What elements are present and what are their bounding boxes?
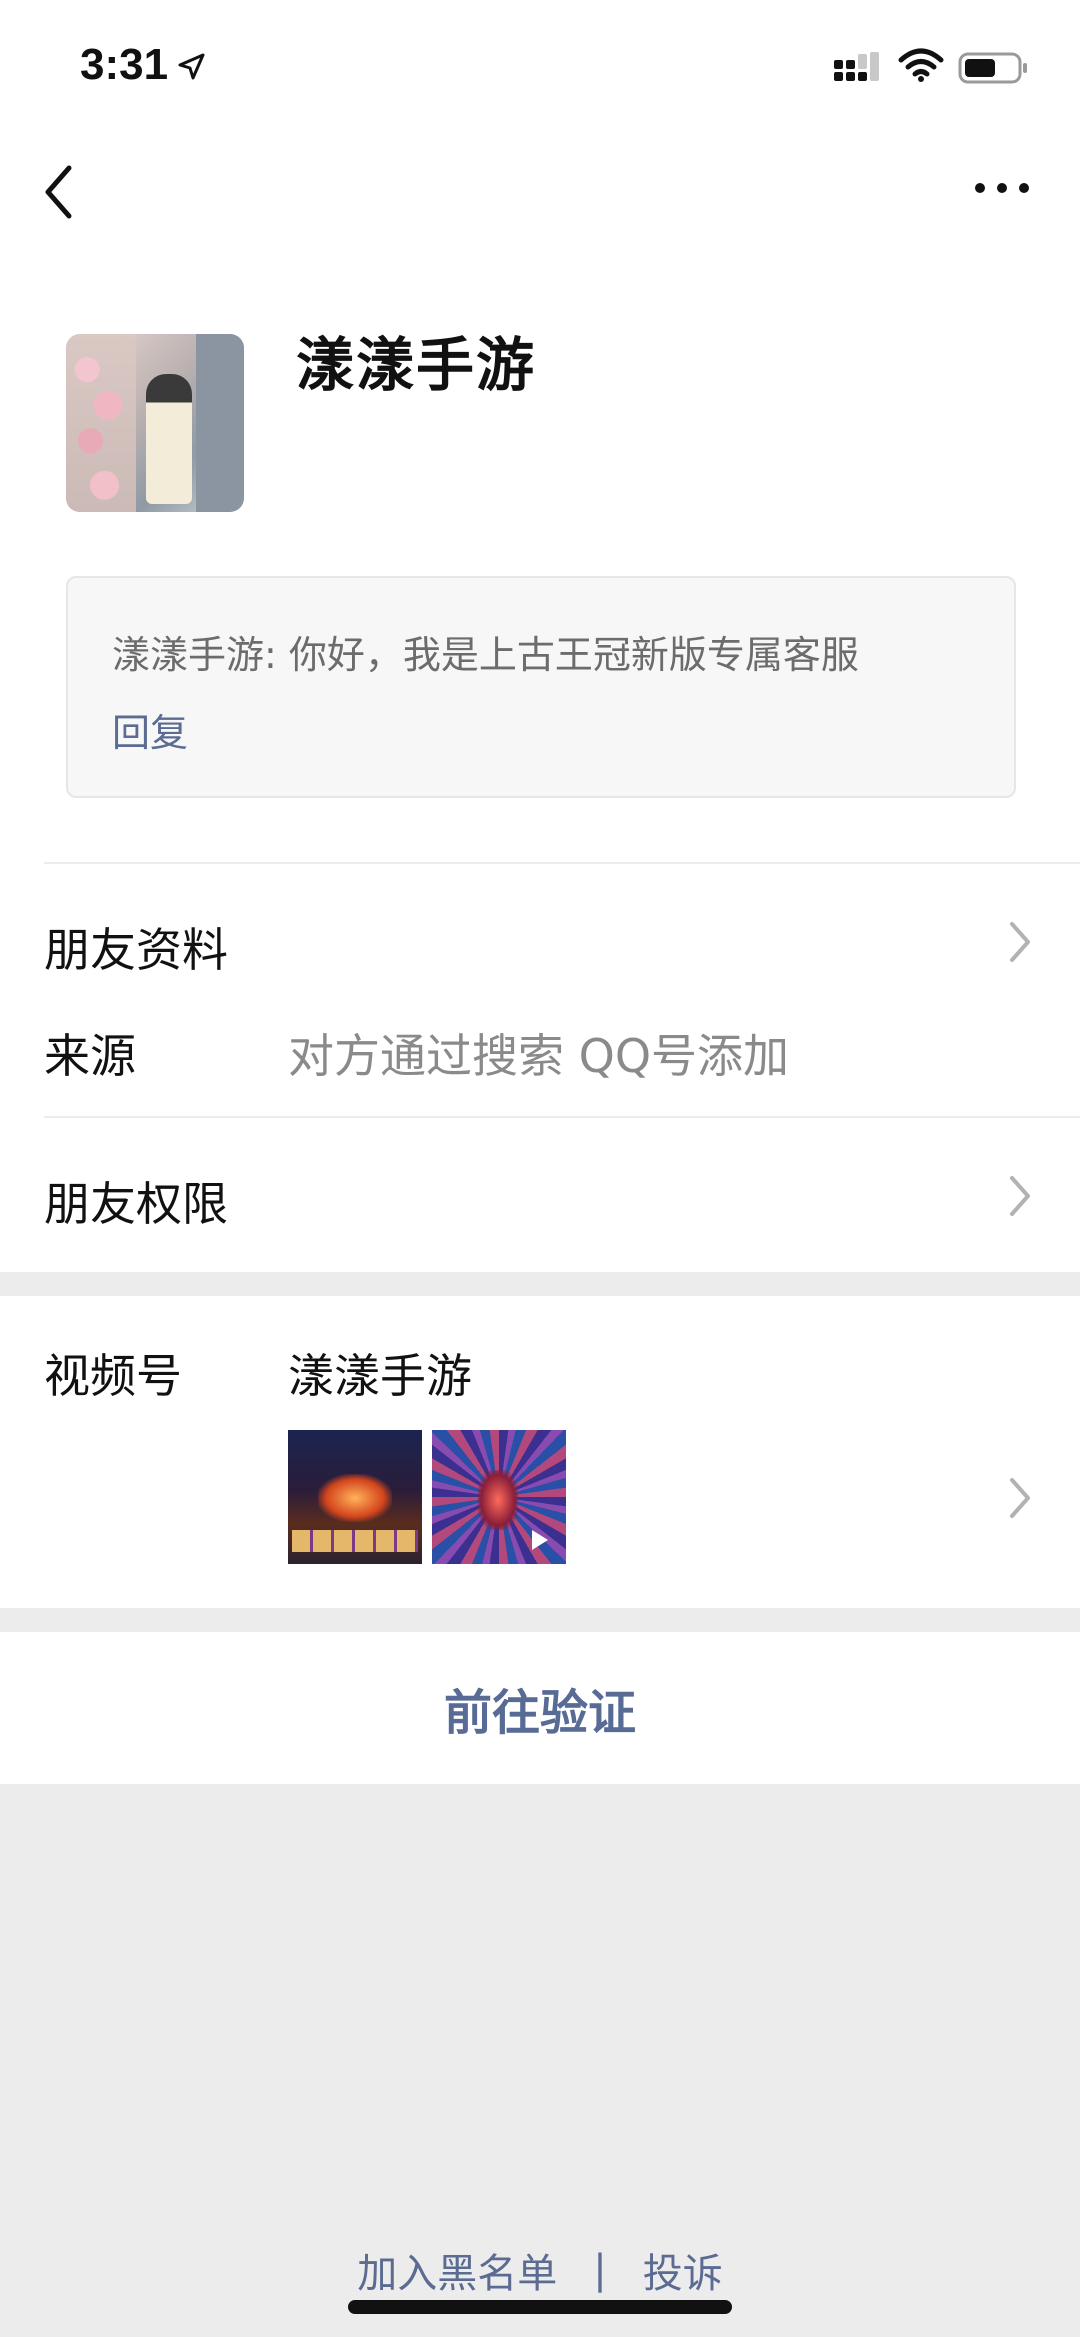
back-icon[interactable] xyxy=(36,160,86,224)
source-value: 对方通过搜索 QQ号添加 xyxy=(288,1029,790,1083)
wifi-icon xyxy=(898,48,944,82)
signal-icon xyxy=(834,52,879,81)
chevron-right-icon xyxy=(1010,922,1030,962)
friend-info-label[interactable]: 朋友资料 xyxy=(44,914,228,980)
home-indicator[interactable] xyxy=(348,2300,732,2314)
profile-name: 漾漾手游 xyxy=(296,331,537,399)
video-thumbnail[interactable] xyxy=(432,1430,566,1564)
blacklist-link[interactable]: 加入黑名单 xyxy=(357,2241,557,2299)
reply-link[interactable]: 回复 xyxy=(112,702,188,757)
chevron-right-icon xyxy=(1010,1176,1030,1216)
play-icon xyxy=(532,1530,548,1550)
greeting-message-text: 漾漾手游: 你好，我是上古王冠新版专属客服 xyxy=(112,633,859,677)
chevron-right-icon xyxy=(1010,1478,1030,1518)
avatar[interactable] xyxy=(66,334,244,512)
channels-value: 漾漾手游 xyxy=(288,1349,472,1403)
verify-button[interactable]: 前往验证 xyxy=(0,1632,1080,1784)
battery-icon xyxy=(958,52,1027,84)
report-link[interactable]: 投诉 xyxy=(643,2241,723,2299)
video-thumbnail[interactable] xyxy=(288,1430,422,1564)
channels-label: 视频号 xyxy=(44,1349,182,1403)
greeting-message-card: 漾漾手游: 你好，我是上古王冠新版专属客服 回复 xyxy=(66,576,1016,798)
divider xyxy=(44,1116,1080,1118)
location-arrow-icon xyxy=(178,53,205,80)
friend-permissions-label[interactable]: 朋友权限 xyxy=(44,1168,228,1234)
source-label: 来源 xyxy=(44,1029,136,1083)
link-separator: | xyxy=(593,2247,607,2293)
status-time: 3:31 xyxy=(80,40,169,89)
section-gap xyxy=(0,1272,1080,1296)
bottom-links: 加入黑名单 | 投诉 xyxy=(0,2240,1080,2300)
divider xyxy=(44,862,1080,864)
more-icon[interactable] xyxy=(972,168,1032,208)
